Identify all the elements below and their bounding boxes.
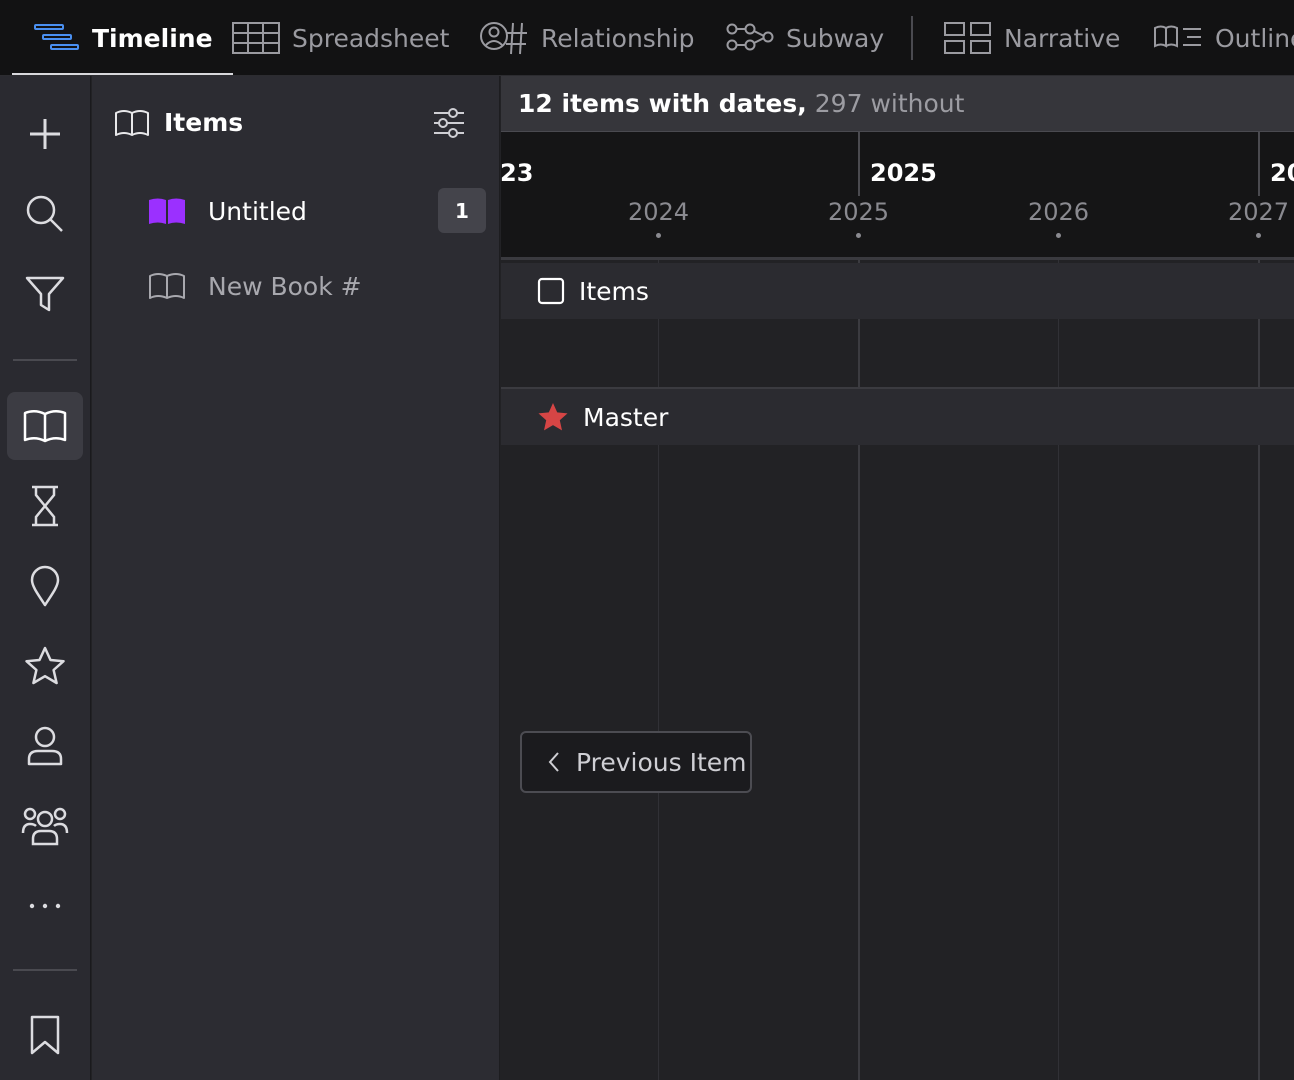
- items-panel: Items Untitled 1 New Book #: [92, 76, 500, 1080]
- star-icon: [25, 646, 65, 685]
- rail-divider: [13, 359, 77, 361]
- filter-button[interactable]: [7, 260, 83, 328]
- tab-label: Timeline: [92, 23, 213, 53]
- tab-relationship[interactable]: Relationship: [479, 0, 695, 75]
- book-label: Untitled: [208, 196, 307, 226]
- grid-line: [1058, 260, 1059, 1080]
- timeline-icon: [34, 24, 79, 50]
- book-icon: [23, 410, 67, 443]
- events-button[interactable]: [7, 472, 83, 540]
- outline-icon: [1154, 25, 1201, 48]
- rail-divider: [13, 969, 77, 971]
- tab-divider: [911, 16, 913, 60]
- minor-tick-label: 2027: [1228, 198, 1290, 226]
- tab-outline[interactable]: Outline: [1153, 0, 1294, 75]
- dated-count: 12 items with dates,: [518, 89, 807, 118]
- places-button[interactable]: [7, 552, 83, 620]
- person-icon: [27, 726, 63, 766]
- count-badge: 1: [438, 188, 486, 233]
- band-label: Master: [583, 402, 669, 432]
- filled-book-icon: [149, 198, 185, 224]
- grid-line: [1258, 260, 1260, 1080]
- book-icon: [149, 273, 185, 299]
- major-tick-line: [858, 132, 860, 196]
- book-label: New Book #: [208, 271, 362, 301]
- tab-subway[interactable]: Subway: [726, 0, 885, 75]
- book-item-new-book[interactable]: New Book #: [148, 261, 362, 311]
- hourglass-icon: [32, 485, 58, 527]
- tick-dot: [1056, 233, 1061, 238]
- band-label: Items: [579, 276, 649, 306]
- tab-label: Relationship: [541, 23, 695, 53]
- panel-header: Items: [114, 108, 243, 137]
- subway-icon: [726, 23, 774, 51]
- groups-button[interactable]: [7, 792, 83, 860]
- spreadsheet-icon: [232, 22, 280, 54]
- grid-line: [858, 260, 860, 1080]
- tab-timeline[interactable]: Timeline: [12, 0, 233, 75]
- character-button[interactable]: [7, 712, 83, 780]
- checkbox-icon[interactable]: [537, 277, 565, 305]
- location-pin-icon: [30, 565, 60, 607]
- icon-rail: [0, 76, 91, 1080]
- tab-label: Narrative: [1004, 23, 1121, 53]
- tab-label: Outline: [1215, 23, 1294, 53]
- star-icon: [538, 403, 568, 431]
- group-icon: [21, 807, 69, 846]
- book-icon: [115, 109, 149, 136]
- plus-icon: [30, 119, 60, 149]
- previous-item-label: Previous Item: [576, 747, 747, 777]
- books-button[interactable]: [7, 392, 83, 460]
- minor-tick-label: 2024: [628, 198, 690, 226]
- band-items[interactable]: Items: [501, 263, 1294, 319]
- narrative-icon: [944, 22, 991, 54]
- major-tick-label: 2025: [870, 159, 937, 187]
- timeline-view[interactable]: 12 items with dates, 297 without 23 2025…: [501, 76, 1294, 1080]
- tick-dot: [656, 233, 661, 238]
- band-master[interactable]: Master: [501, 389, 1294, 445]
- bookmarks-button[interactable]: [7, 1001, 83, 1069]
- favorites-button[interactable]: [7, 632, 83, 700]
- tab-narrative[interactable]: Narrative: [944, 0, 1121, 75]
- chevron-left-icon: [548, 752, 559, 772]
- sliders-icon[interactable]: [432, 106, 466, 140]
- major-tick-label: 23: [501, 159, 534, 187]
- filter-icon: [25, 276, 65, 312]
- major-tick-line: [1258, 132, 1260, 196]
- tab-label: Spreadsheet: [292, 23, 450, 53]
- view-tabs: Timeline Spreadsheet Relationship Subway…: [0, 0, 1294, 76]
- grid-line: [658, 260, 659, 1080]
- minor-tick-label: 2026: [1028, 198, 1090, 226]
- major-tick-label: 20: [1270, 159, 1294, 187]
- tick-dot: [856, 233, 861, 238]
- undated-count: 297 without: [814, 89, 965, 118]
- more-button[interactable]: [7, 872, 83, 940]
- relationship-icon: [480, 22, 527, 55]
- search-icon: [26, 195, 63, 232]
- previous-item-button[interactable]: Previous Item: [520, 731, 752, 793]
- search-button[interactable]: [7, 180, 83, 248]
- tab-spreadsheet[interactable]: Spreadsheet: [232, 0, 450, 75]
- bookmark-icon: [30, 1015, 60, 1055]
- timeline-summary: 12 items with dates, 297 without: [501, 76, 1294, 132]
- panel-title: Items: [164, 108, 244, 137]
- add-button[interactable]: [7, 100, 83, 168]
- tab-label: Subway: [786, 23, 885, 53]
- tick-dot: [1256, 233, 1261, 238]
- minor-tick-label: 2025: [828, 198, 890, 226]
- more-icon: [29, 903, 61, 909]
- book-item-untitled[interactable]: Untitled: [148, 186, 307, 236]
- time-ruler[interactable]: 23 2025 20 2024 2025 2026 2027: [501, 132, 1294, 260]
